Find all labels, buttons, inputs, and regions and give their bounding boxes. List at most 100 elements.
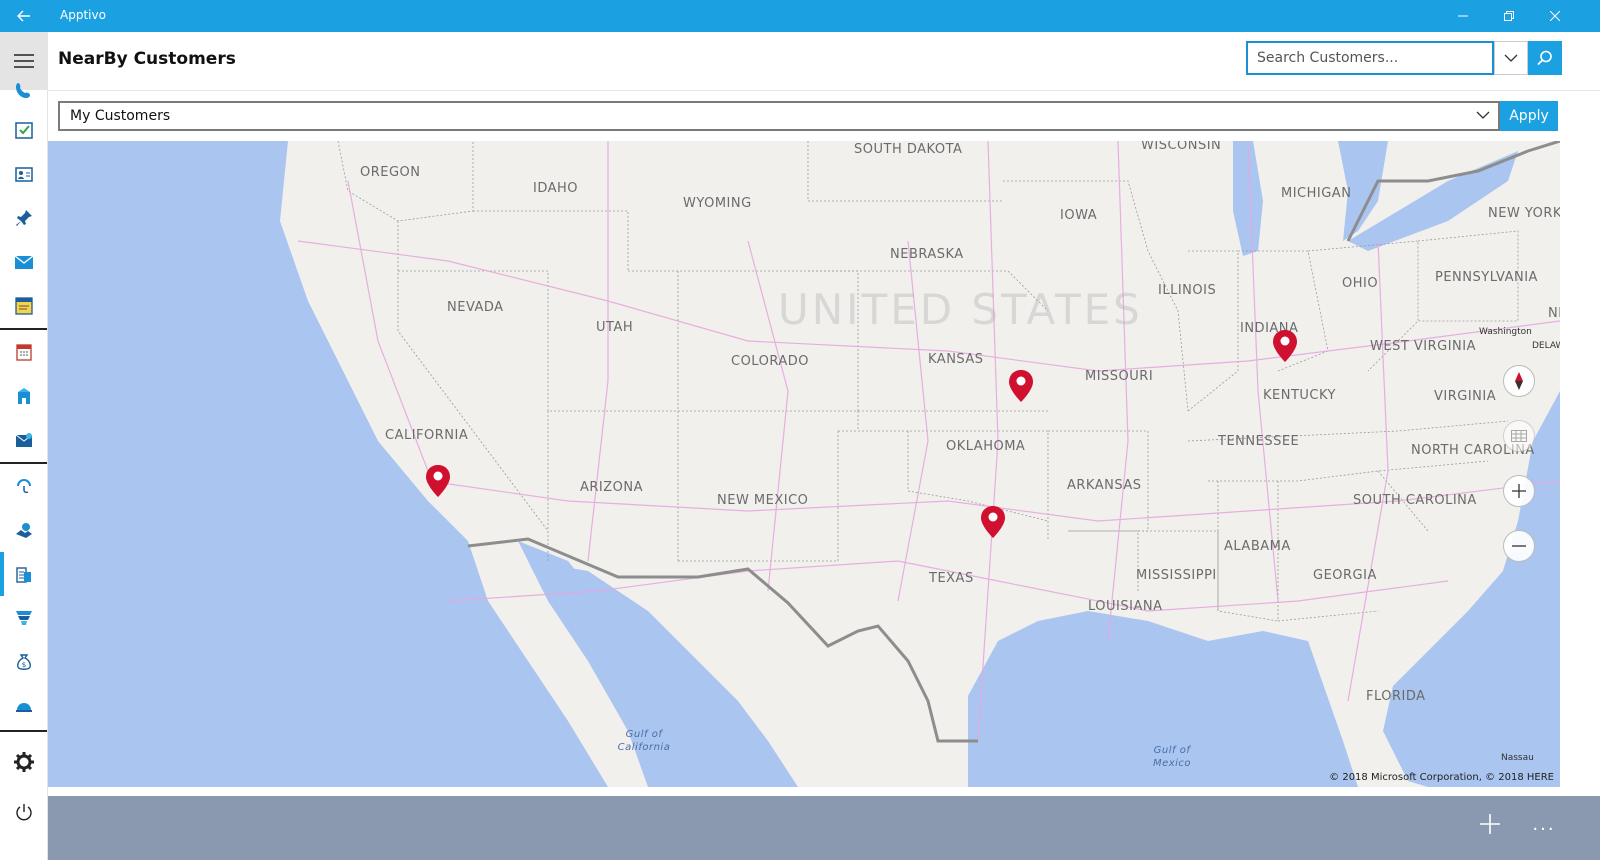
apply-button[interactable]: Apply: [1500, 101, 1558, 131]
sidebar-item-contacts[interactable]: [0, 154, 47, 194]
state-label: TENNESSEE: [1218, 434, 1300, 449]
sidebar-item-calendar[interactable]: [0, 332, 47, 372]
state-label: NEW MEXICO: [717, 493, 809, 508]
grid-icon: [1511, 430, 1527, 442]
sidebar-item-building[interactable]: [0, 376, 47, 416]
restore-button[interactable]: [1486, 0, 1532, 32]
settings-button[interactable]: [0, 742, 47, 782]
state-label: MISSISSIPPI: [1136, 568, 1217, 583]
search-button[interactable]: [1528, 41, 1562, 75]
notes-icon: [14, 297, 33, 315]
state-label: WEST VIRGINIA: [1370, 339, 1477, 354]
map-canvas: [280, 141, 1560, 787]
state-label: VIRGINIA: [1434, 389, 1497, 404]
sidebar: $: [0, 32, 48, 860]
sidebar-item-notes[interactable]: [0, 286, 47, 326]
state-label-partial: DELAWA: [1532, 341, 1560, 351]
map-view[interactable]: UNITED STATES OREGON IDAHO WYOMING SOUTH…: [48, 141, 1560, 787]
state-label: NEBRASKA: [890, 247, 964, 262]
sidebar-item-deals[interactable]: [0, 510, 47, 550]
state-label: ALABAMA: [1224, 539, 1291, 554]
email-app-icon: [15, 433, 32, 447]
hamburger-icon: [14, 54, 34, 68]
state-label: KENTUCKY: [1263, 388, 1336, 403]
customer-pin[interactable]: [425, 464, 451, 498]
state-label: LOUISIANA: [1088, 599, 1163, 614]
search-options-dropdown[interactable]: [1494, 41, 1528, 75]
sidebar-item-support[interactable]: [0, 466, 47, 506]
handshake-icon: [15, 523, 32, 538]
customer-pin[interactable]: [1008, 369, 1034, 403]
svg-text:$: $: [21, 661, 25, 669]
state-label: COLORADO: [731, 354, 809, 369]
helmet-icon: [15, 703, 32, 712]
state-label: ARKANSAS: [1067, 478, 1142, 493]
page-title: NearBy Customers: [58, 49, 236, 69]
search-box: [1246, 41, 1494, 75]
money-bag-icon: $: [16, 654, 31, 670]
chevron-down-icon: [1504, 54, 1518, 62]
mail-icon: [14, 255, 33, 269]
more-options-button[interactable]: ...: [1524, 804, 1564, 844]
state-label: UTAH: [596, 320, 634, 335]
minus-icon: [1512, 545, 1526, 547]
contacts-icon: [14, 167, 33, 182]
power-icon: [15, 804, 32, 821]
search-input[interactable]: [1248, 43, 1492, 73]
state-label: ARIZONA: [580, 480, 644, 495]
app-title: Apptivo: [60, 8, 106, 22]
zoom-out-button[interactable]: [1503, 530, 1535, 562]
power-button[interactable]: [0, 792, 47, 832]
sidebar-item-customers[interactable]: [0, 554, 47, 594]
minimize-button[interactable]: [1440, 0, 1486, 32]
title-bar: Apptivo: [0, 0, 1600, 32]
state-label: IDAHO: [533, 181, 579, 196]
sidebar-item-pins[interactable]: [0, 198, 47, 238]
state-label: TEXAS: [929, 571, 974, 586]
state-label: MICHIGAN: [1281, 186, 1352, 201]
state-label: OKLAHOMA: [946, 439, 1026, 454]
state-label: KANSAS: [928, 352, 984, 367]
state-label-partial: NEW: [1548, 306, 1560, 321]
customers-icon: [15, 567, 31, 583]
state-label: NEW YORK: [1488, 206, 1560, 221]
support-icon: [16, 479, 31, 494]
funnel-icon: [15, 611, 32, 625]
compass-button[interactable]: [1503, 365, 1535, 397]
add-button[interactable]: [1470, 804, 1510, 844]
city-label: Nassau: [1501, 753, 1534, 763]
sidebar-item-billing[interactable]: $: [0, 642, 47, 682]
state-label: ILLINOIS: [1158, 283, 1217, 298]
country-label: UNITED STATES: [778, 285, 1143, 334]
map-style-button[interactable]: [1503, 420, 1535, 452]
sidebar-item-funnel[interactable]: [0, 598, 47, 638]
state-label: IOWA: [1060, 208, 1098, 223]
customer-pin[interactable]: [1272, 329, 1298, 363]
sidebar-item-email-app[interactable]: [0, 420, 47, 460]
sidebar-item-mail[interactable]: [0, 242, 47, 282]
state-label: NEVADA: [447, 300, 504, 315]
state-label: OREGON: [360, 165, 421, 180]
back-arrow-icon: [17, 10, 30, 22]
customer-filter-select[interactable]: My Customers: [58, 101, 1500, 131]
map-copyright: © 2018 Microsoft Corporation, © 2018 HER…: [1329, 772, 1554, 783]
sidebar-item-work-orders[interactable]: [0, 686, 47, 726]
tasks-icon: [14, 122, 33, 139]
chevron-down-icon: [1476, 111, 1490, 119]
state-label: OHIO: [1342, 276, 1379, 291]
search-icon: [1537, 50, 1552, 66]
compass-icon: [1515, 372, 1523, 390]
building-icon: [17, 388, 30, 404]
customer-pin[interactable]: [980, 505, 1006, 539]
sidebar-divider: [0, 462, 47, 464]
sidebar-item-calls[interactable]: [0, 80, 47, 100]
page-header: NearBy Customers: [48, 32, 1600, 91]
water-label: Gulf of California: [617, 729, 671, 753]
close-icon: [1550, 11, 1560, 21]
state-label: SOUTH CAROLINA: [1353, 493, 1477, 508]
sidebar-item-tasks[interactable]: [0, 110, 47, 150]
zoom-in-button[interactable]: [1503, 475, 1535, 507]
close-button[interactable]: [1532, 0, 1578, 32]
bottom-app-bar: ...: [48, 796, 1600, 860]
back-button[interactable]: [0, 0, 48, 32]
